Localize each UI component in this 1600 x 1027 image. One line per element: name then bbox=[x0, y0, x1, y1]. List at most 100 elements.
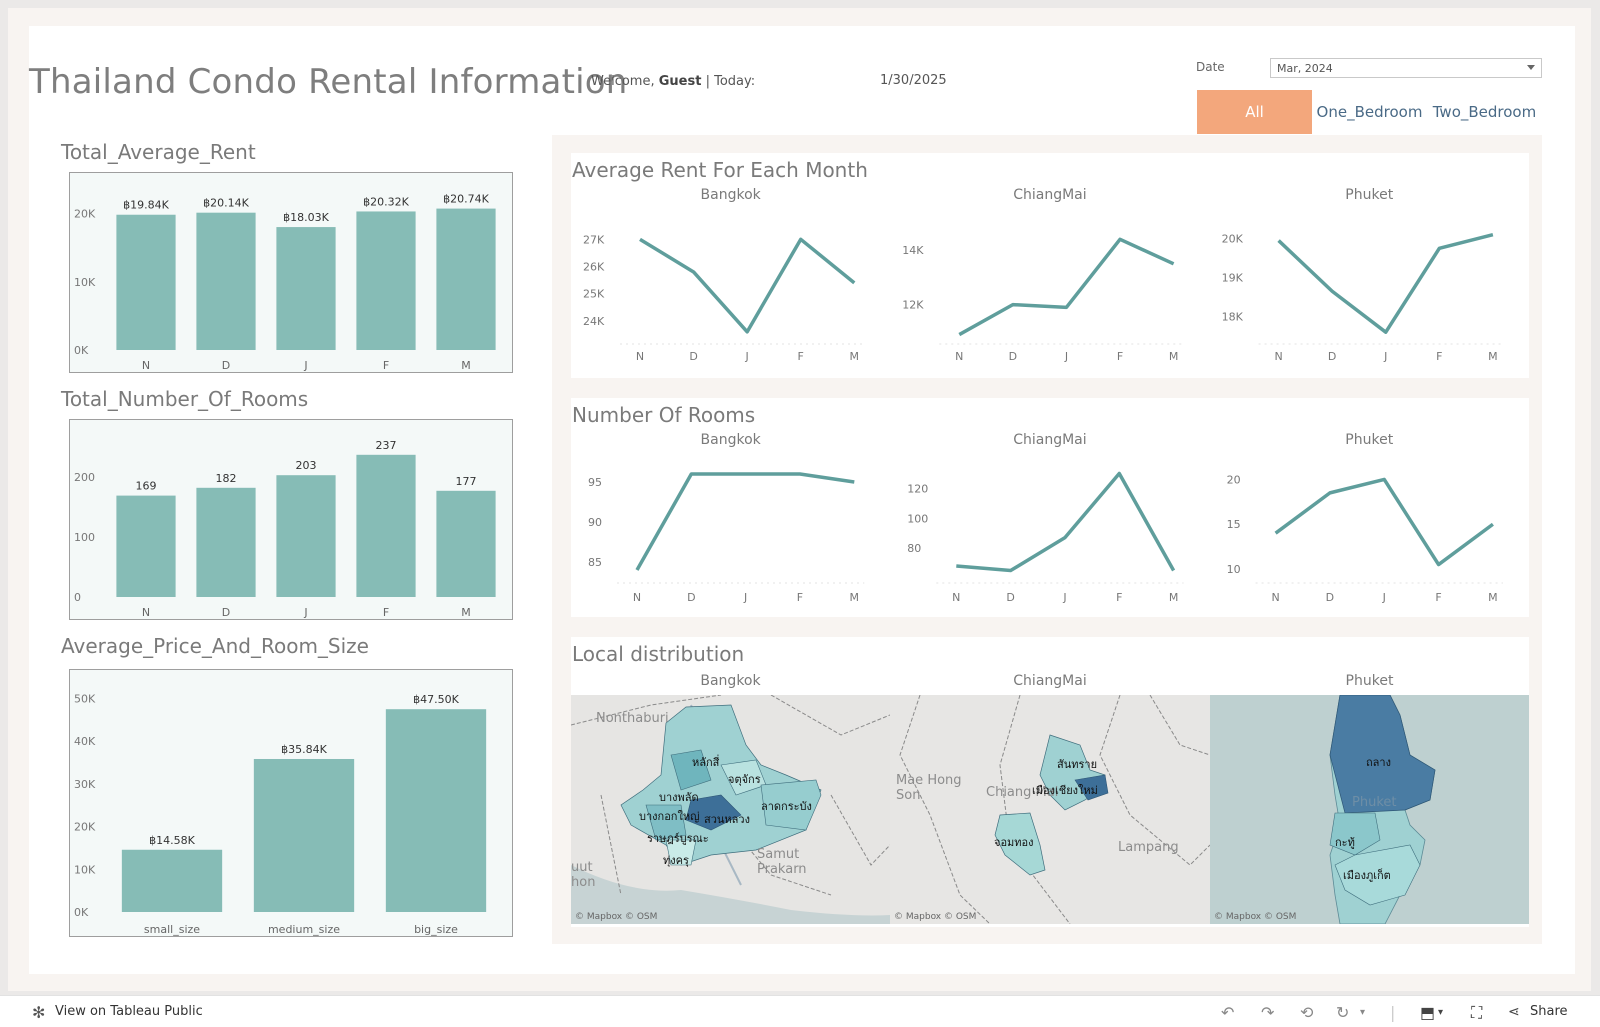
y-tick-label: 26K bbox=[583, 261, 605, 274]
x-tick-label: J bbox=[1382, 591, 1386, 604]
rooms-line-charts[interactable]: Bangkok 85 90 95 N D J F M ChiangMai 80 100 120 N D J F M… bbox=[571, 398, 1529, 617]
bar[interactable] bbox=[116, 495, 176, 597]
map-chiangmai[interactable]: Mae Hong Son Chiang Mai Lampang สันทราย … bbox=[890, 695, 1210, 924]
y-tick-label: 20K bbox=[1222, 233, 1244, 246]
map-place-label: Phuket bbox=[1352, 795, 1397, 810]
map-bangkok[interactable]: Nonthaburi Samut Prakarn uut hon หลักสี่… bbox=[571, 695, 890, 924]
map-district-label: กะทู้ bbox=[1335, 836, 1355, 849]
bar[interactable] bbox=[121, 849, 223, 912]
map-district-label: บางพลัด bbox=[659, 791, 699, 804]
x-tick-label: J bbox=[303, 606, 307, 619]
series-line[interactable] bbox=[1277, 233, 1494, 334]
x-tick-label: J bbox=[1062, 591, 1066, 604]
x-tick-label: F bbox=[1116, 591, 1122, 604]
y-tick-label: 40K bbox=[74, 735, 96, 748]
map-place-label: Mae Hong Son bbox=[896, 773, 962, 803]
map-credit[interactable]: © Mapbox © OSM bbox=[1214, 912, 1296, 922]
redo-icon[interactable]: ↷ bbox=[1261, 1003, 1274, 1022]
bar[interactable] bbox=[385, 709, 487, 912]
room-filter-two-bedroom-button[interactable]: Two_Bedroom bbox=[1427, 90, 1542, 134]
series-line[interactable] bbox=[1274, 477, 1494, 567]
date-filter-dropdown[interactable]: Mar, 2024 bbox=[1270, 58, 1542, 78]
map-title-bangkok: Bangkok bbox=[700, 673, 761, 689]
view-on-tableau-link[interactable]: View on Tableau Public bbox=[55, 1004, 203, 1019]
map-credit[interactable]: © Mapbox © OSM bbox=[894, 912, 976, 922]
map-district-label: ทุ่งครุ bbox=[663, 854, 689, 867]
price-size-bar-chart[interactable]: 0K 10K 20K 30K 40K 50K ฿14.58K small_size ฿35.84… bbox=[70, 670, 512, 936]
bar[interactable] bbox=[116, 214, 176, 350]
share-icon[interactable]: ⋖ bbox=[1508, 1004, 1520, 1020]
x-tick-label: D bbox=[222, 606, 230, 619]
x-tick-label: J bbox=[743, 591, 747, 604]
room-filter-one-bedroom-button[interactable]: One_Bedroom bbox=[1312, 90, 1427, 134]
x-tick-label: J bbox=[1383, 350, 1387, 363]
download-icon[interactable]: ⬒ bbox=[1420, 1003, 1435, 1022]
y-tick-label: 30K bbox=[74, 778, 96, 791]
x-tick-label: D bbox=[689, 350, 697, 363]
series-line[interactable] bbox=[639, 237, 856, 334]
series-line[interactable] bbox=[956, 471, 1176, 573]
x-tick-label: N bbox=[636, 350, 644, 363]
map-place-label: uut hon bbox=[571, 860, 596, 890]
date-filter-label: Date bbox=[1196, 60, 1225, 74]
welcome-prefix: Welcome, bbox=[591, 74, 655, 89]
refresh-icon[interactable]: ↻ bbox=[1336, 1003, 1349, 1022]
bar[interactable] bbox=[356, 454, 416, 597]
avg-rent-bar-chart[interactable]: 0K 10K 20K ฿19.84K N ฿20.14K D ฿18.03K J ฿20.32K F… bbox=[70, 173, 512, 372]
y-tick-label: 25K bbox=[583, 288, 605, 301]
share-button[interactable]: Share bbox=[1530, 1004, 1568, 1019]
rooms-bar-chart[interactable]: 0 100 200 169 N 182 D 203 J 237 F 177 M bbox=[70, 420, 512, 619]
data-label: ฿18.03K bbox=[283, 211, 329, 224]
city-chart-title: ChiangMai bbox=[1013, 187, 1086, 203]
y-tick-label: 0K bbox=[74, 906, 89, 919]
x-tick-label: small_size bbox=[144, 923, 200, 936]
data-label: 182 bbox=[216, 472, 237, 485]
bar[interactable] bbox=[276, 475, 336, 597]
x-tick-label: J bbox=[745, 350, 749, 363]
x-tick-label: M bbox=[1169, 591, 1179, 604]
bar[interactable] bbox=[356, 211, 416, 350]
map-district-label: จตุจักร bbox=[728, 773, 761, 786]
chevron-down-icon[interactable]: ▾ bbox=[1438, 1007, 1443, 1018]
data-label: 237 bbox=[376, 439, 397, 452]
x-tick-label: M bbox=[850, 591, 860, 604]
y-tick-label: 0 bbox=[74, 591, 81, 604]
map-district-label: เมืองภูเก็ต bbox=[1343, 869, 1391, 882]
y-tick-label: 50K bbox=[74, 693, 96, 706]
series-line[interactable] bbox=[635, 472, 855, 571]
dashboard-title: Thailand Condo Rental Information bbox=[29, 62, 628, 102]
x-tick-label: D bbox=[687, 591, 695, 604]
bar[interactable] bbox=[196, 487, 256, 597]
undo-icon[interactable]: ↶ bbox=[1221, 1003, 1234, 1022]
city-chart-title: Phuket bbox=[1345, 187, 1393, 203]
map-phuket[interactable]: Phuket ถลาง กะทู้ เมืองภูเก็ต © Mapbox ©… bbox=[1210, 695, 1529, 924]
map-district-label: จอมทอง bbox=[994, 836, 1034, 849]
series-line[interactable] bbox=[958, 237, 1175, 337]
map-chiangmai-graphic bbox=[899, 695, 1210, 924]
toolbar-divider: | bbox=[1390, 1003, 1396, 1022]
y-tick-label: 90 bbox=[588, 516, 602, 529]
x-tick-label: F bbox=[798, 350, 804, 363]
x-tick-label: D bbox=[1326, 591, 1334, 604]
bar[interactable] bbox=[196, 212, 256, 350]
x-tick-label: N bbox=[142, 359, 150, 372]
bar[interactable] bbox=[253, 758, 355, 912]
map-credit[interactable]: © Mapbox © OSM bbox=[575, 912, 657, 922]
x-tick-label: F bbox=[1117, 350, 1123, 363]
x-tick-label: M bbox=[461, 606, 471, 619]
x-tick-label: F bbox=[383, 606, 389, 619]
data-label: ฿35.84K bbox=[281, 743, 327, 756]
fullscreen-icon[interactable]: ⛶ bbox=[1471, 1003, 1482, 1023]
avg-rent-line-charts[interactable]: Bangkok 24K 25K 26K 27K N D J F M ChiangMai 12K 14K N… bbox=[571, 153, 1529, 378]
y-tick-label: 14K bbox=[902, 244, 924, 257]
chevron-down-icon[interactable]: ▾ bbox=[1360, 1007, 1365, 1018]
bar[interactable] bbox=[276, 227, 336, 350]
bar[interactable] bbox=[436, 490, 496, 597]
room-filter-all-button[interactable]: All bbox=[1197, 90, 1312, 134]
map-place-label: Lampang bbox=[1118, 840, 1179, 855]
bar[interactable] bbox=[436, 208, 496, 350]
revert-icon[interactable]: ⟲ bbox=[1300, 1003, 1313, 1022]
y-tick-label: 12K bbox=[902, 299, 924, 312]
y-tick-label: 85 bbox=[588, 556, 602, 569]
x-tick-label: M bbox=[1488, 350, 1498, 363]
